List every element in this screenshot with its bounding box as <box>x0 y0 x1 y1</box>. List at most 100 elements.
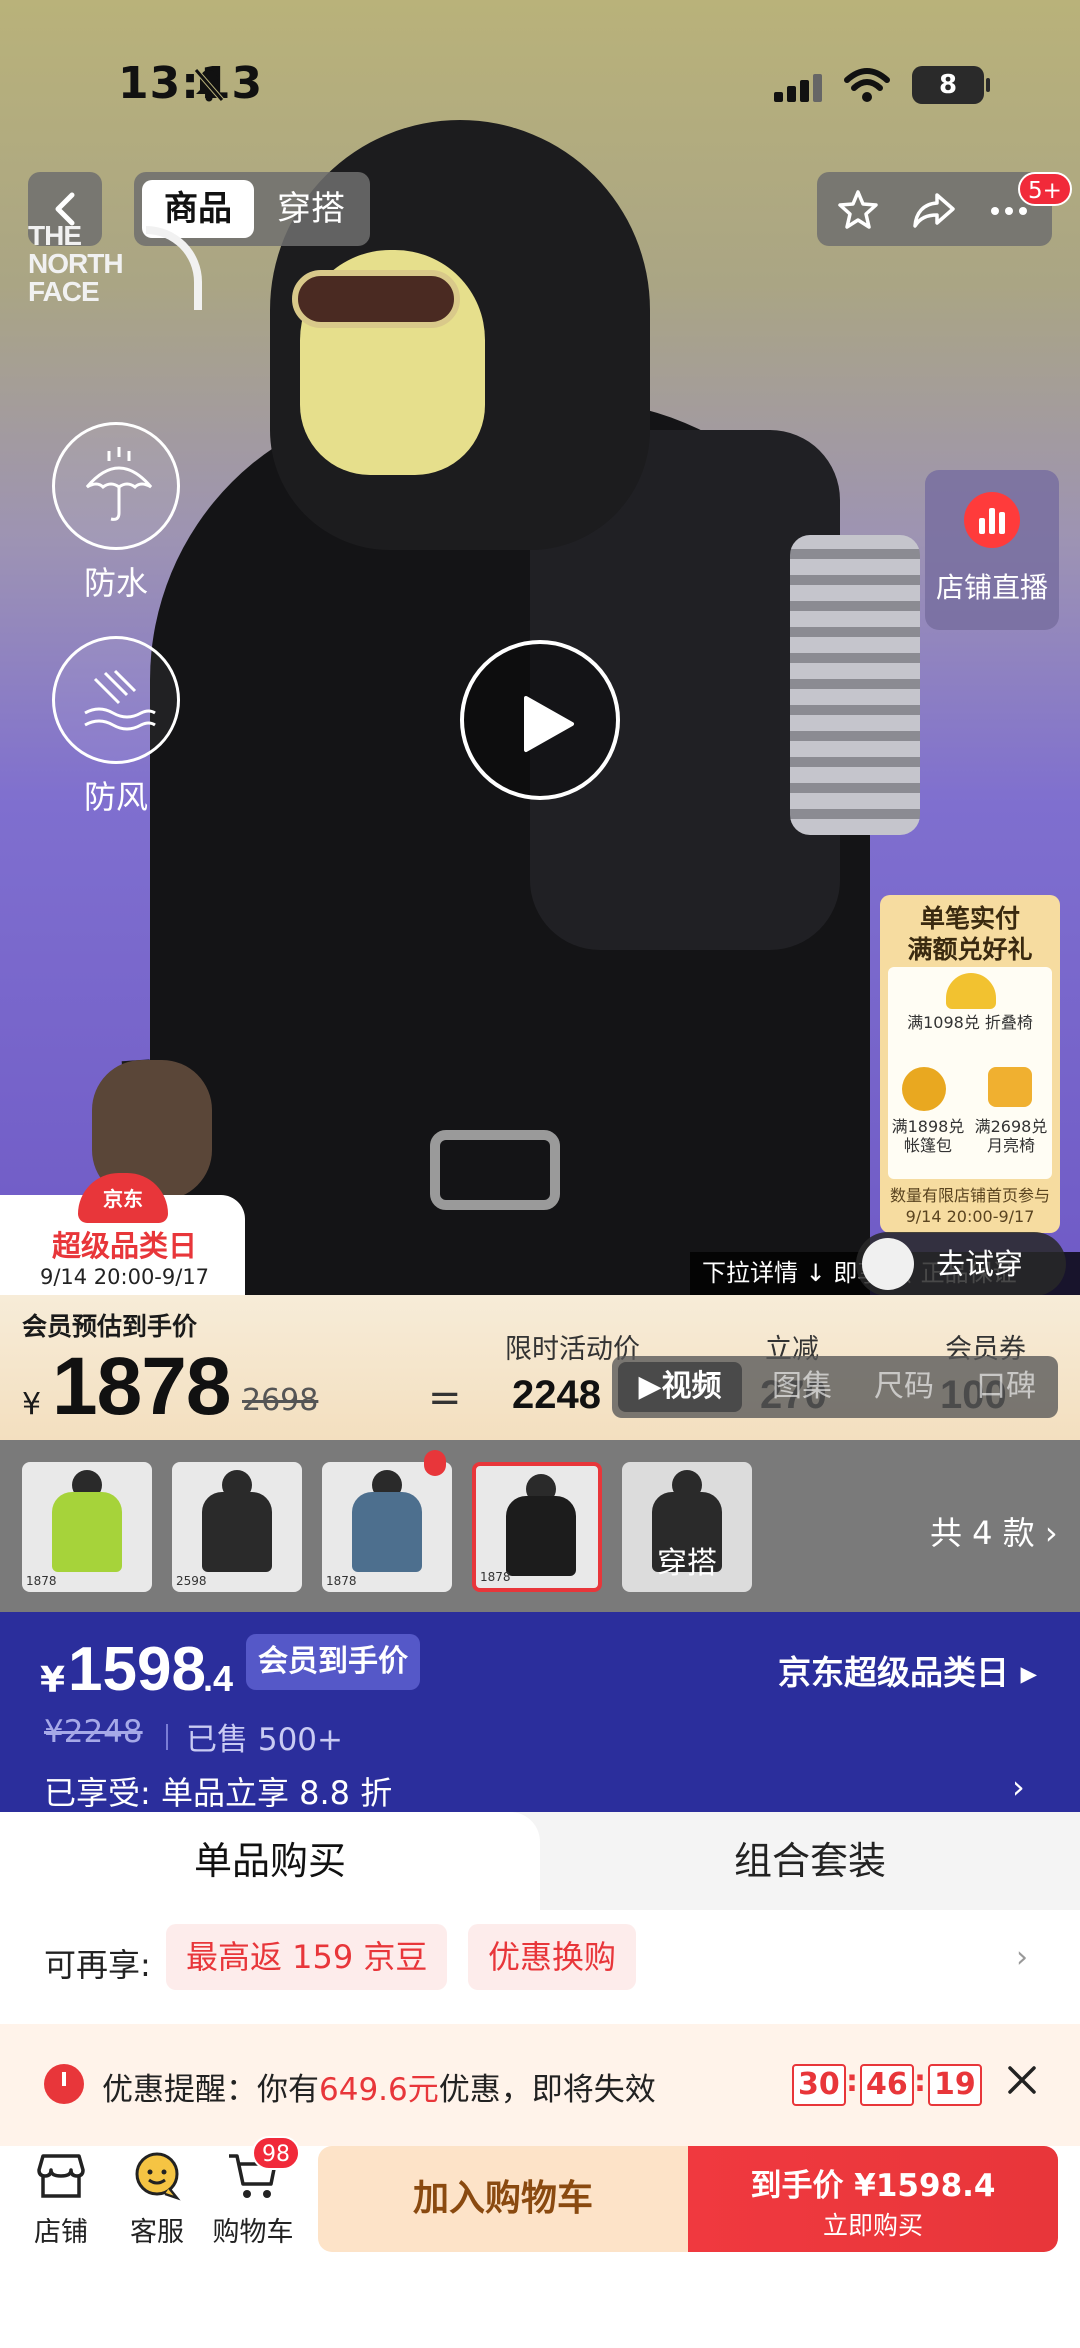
share-icon[interactable] <box>911 189 957 231</box>
countdown-hours: 30 <box>792 2064 846 2106</box>
mute-bell-icon <box>194 68 224 102</box>
promo-title: 单笔实付 满额兑好礼 <box>880 903 1060 965</box>
status-time: 13:13 <box>118 58 264 109</box>
variant-color-swatch <box>52 1492 122 1572</box>
star-icon[interactable] <box>837 189 879 231</box>
gift-promo-card[interactable]: 单笔实付 满额兑好礼 满1098兑 折叠椅 满1898兑 帐篷包 满2698兑 … <box>880 895 1060 1233</box>
hero-belt-buckle <box>430 1130 560 1210</box>
variant-count-link[interactable]: 共 4 款 › <box>930 1508 1058 1554</box>
folding-chair-image <box>946 973 996 1009</box>
close-icon[interactable] <box>1004 2062 1040 2098</box>
store-icon <box>37 2154 85 2198</box>
cellular-signal-icon <box>774 74 822 102</box>
variant-price: 1878 <box>480 1570 511 1584</box>
variant-price: 1878 <box>26 1574 57 1588</box>
variant-outfit-thumb[interactable]: 穿搭 <box>622 1462 752 1592</box>
store-label: 店铺 <box>34 2217 88 2248</box>
try-on-button[interactable]: 去试穿 <box>856 1232 1066 1296</box>
countdown-minutes: 46 <box>860 2064 914 2106</box>
variant-color-swatch <box>202 1492 272 1572</box>
member-price-tag: 会员到手价 <box>246 1634 420 1690</box>
tab-outfit[interactable]: 穿搭 <box>258 180 364 238</box>
variant-outfit-label: 穿搭 <box>657 1546 717 1581</box>
video-play-button[interactable] <box>460 640 620 800</box>
try-on-avatar <box>862 1238 914 1290</box>
reminder-amount: 649.6元 <box>319 2072 439 2108</box>
original-price: 2698 <box>242 1383 319 1418</box>
variant-color-swatch <box>506 1496 576 1576</box>
buy-now-button[interactable]: 到手价 ¥1598.4 立即购买 <box>688 2146 1058 2252</box>
promo-title-line2: 满额兑好礼 <box>907 935 1033 964</box>
add-to-cart-button[interactable]: 加入购物车 <box>318 2146 688 2252</box>
price-panel: ¥ 1598 .4 会员到手价 ¥2248 已售 500+ 京东超级品类日 ▸ … <box>0 1612 1080 1812</box>
live-bars-icon <box>964 492 1020 548</box>
promo-footer-line1: 数量有限店铺首页参与 <box>889 1186 1050 1205</box>
promo-title-line1: 单笔实付 <box>919 904 1020 933</box>
waterproof-badge <box>52 422 180 550</box>
customer-service-button[interactable]: 客服 <box>112 2148 202 2249</box>
customer-service-label: 客服 <box>130 2217 184 2248</box>
gift-moon-chair-label: 满2698兑 月亮椅 <box>974 1117 1048 1155</box>
tab-combo-set[interactable]: 组合套装 <box>540 1812 1080 1910</box>
extra-benefits-row[interactable]: 可再享: 最高返 159 京豆 优惠换购 › <box>0 1910 1080 2010</box>
play-icon <box>524 696 574 752</box>
variant-selector: 1878 2598 1878 1878 穿搭 共 4 款 › <box>0 1440 1080 1612</box>
promo-footer: 数量有限店铺首页参与 9/14 20:00-9/17 <box>880 1185 1060 1227</box>
battery-indicator: 8 <box>912 66 990 104</box>
hot-dot-icon <box>424 1450 446 1476</box>
tab-single-purchase[interactable]: 单品购买 <box>0 1812 540 1910</box>
jingdou-rebate-chip[interactable]: 最高返 159 京豆 <box>166 1924 448 1990</box>
reminder-prefix: 优惠提醒：你有 <box>102 2072 319 2108</box>
variant-color-swatch <box>352 1492 422 1572</box>
hero-sleeping-mat <box>790 535 920 835</box>
wind-icon <box>84 669 156 731</box>
tab-size[interactable]: 尺码 <box>854 1356 954 1418</box>
event-dates: 9/14 20:00-9/17 <box>39 1265 210 1289</box>
wifi-icon <box>844 68 890 102</box>
customer-service-icon <box>135 2152 181 2201</box>
current-price: 1598 <box>68 1635 206 1704</box>
tab-reviews[interactable]: 口碑 <box>956 1356 1056 1418</box>
buy-now-price: 到手价 ¥1598.4 <box>750 2168 996 2204</box>
tab-gallery[interactable]: 图集 <box>752 1356 852 1418</box>
discount-reminder[interactable]: 优惠提醒：你有649.6元优惠，即将失效 30 : 46 : 19 <box>0 2024 1080 2146</box>
bottom-action-bar: 店铺 客服 购物车 98 加入购物车 到手价 ¥1598.4 立即购买 <box>0 2136 1080 2348</box>
variant-thumb-selected[interactable]: 1878 <box>472 1462 602 1592</box>
chevron-right-icon: › <box>1044 1514 1058 1552</box>
moon-chair-image <box>988 1067 1032 1107</box>
current-price-decimal: .4 <box>203 1658 234 1699</box>
purchase-tabs: 单品购买 组合套装 <box>0 1812 1080 1910</box>
chevron-right-icon: › <box>1016 1940 1028 1975</box>
enjoyed-discount: 已享受: 单品立享 8.8 折 <box>44 1774 393 1812</box>
store-live-button[interactable]: 店铺直播 <box>925 470 1059 630</box>
member-estimate-price: 1878 <box>52 1341 231 1432</box>
chevron-right-icon[interactable]: › <box>1012 1768 1025 1806</box>
tab-video[interactable]: ▶视频 <box>618 1362 742 1412</box>
countdown-separator: : <box>914 2064 926 2099</box>
variant-price: 2598 <box>176 1574 207 1588</box>
feature-waterproof-label: 防水 <box>83 564 148 602</box>
currency-symbol: ¥ <box>22 1387 42 1422</box>
variant-thumb[interactable]: 2598 <box>172 1462 302 1592</box>
gift-chair-label: 满1098兑 折叠椅 <box>907 1013 1033 1032</box>
countdown-separator: : <box>846 2064 858 2099</box>
sold-count: 已售 500+ <box>186 1722 343 1758</box>
variant-thumb[interactable]: 1878 <box>22 1462 152 1592</box>
price-divider <box>166 1724 168 1750</box>
gift-tent-label: 满1898兑 帐篷包 <box>891 1117 965 1155</box>
store-live-label: 店铺直播 <box>935 571 1048 604</box>
header-actions <box>817 172 1052 246</box>
variant-count-label: 共 4 款 <box>930 1514 1035 1552</box>
super-category-day-link[interactable]: 京东超级品类日 ▸ <box>778 1646 1037 1694</box>
event-name: 超级品类日 <box>51 1229 197 1263</box>
feature-windproof-label: 防风 <box>83 778 148 816</box>
reminder-suffix: 优惠，即将失效 <box>438 2072 656 2108</box>
variant-thumb[interactable]: 1878 <box>322 1462 452 1592</box>
windproof-badge <box>52 636 180 764</box>
list-price: ¥2248 <box>44 1714 143 1750</box>
tent-bag-image <box>902 1067 946 1111</box>
trade-in-chip[interactable]: 优惠换购 <box>468 1924 637 1990</box>
clock-icon <box>44 2064 84 2104</box>
event-badge[interactable]: 京东 超级品类日 9/14 20:00-9/17 <box>0 1173 245 1295</box>
store-button[interactable]: 店铺 <box>16 2148 106 2249</box>
